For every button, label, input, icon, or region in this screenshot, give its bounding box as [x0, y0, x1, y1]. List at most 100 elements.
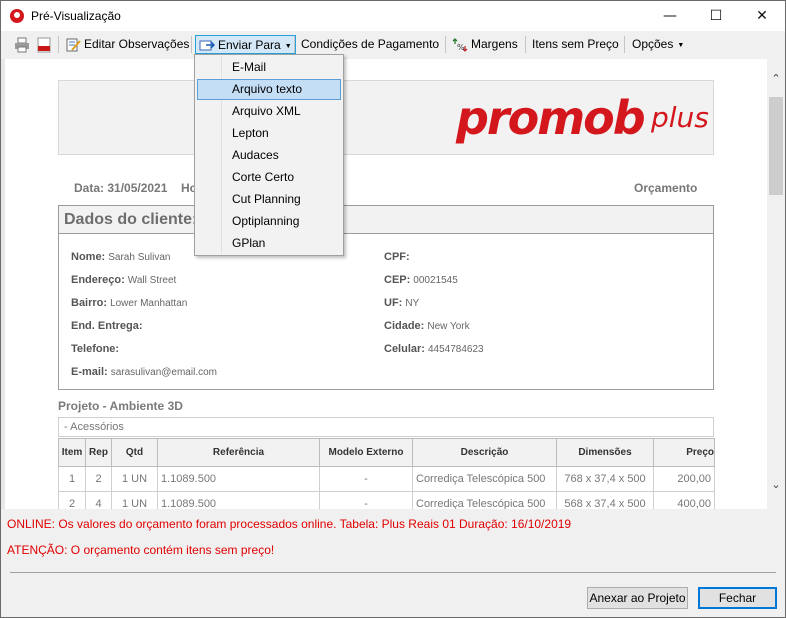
client-district-field: Bairro: Lower Manhattan	[71, 297, 187, 309]
maximize-button[interactable]: ☐	[693, 1, 739, 31]
client-data-title: Dados do cliente:	[64, 211, 198, 228]
client-delivery-label: End. Entrega:	[71, 320, 143, 332]
table-cell: 768 x 37,4 x 500	[556, 466, 654, 492]
table-cell: 1.1089.500	[157, 491, 320, 509]
table-cell: Corrediça Telescópica 500	[412, 466, 557, 492]
table-cell: 1.1089.500	[157, 466, 320, 492]
client-phone-field: Telefone:	[71, 343, 119, 355]
client-email-field: E-mail: sarasulivan@email.com	[71, 366, 217, 378]
margins-label: Margens	[471, 37, 518, 51]
table-header-row: Item Rep Qtd Referência Modelo Externo D…	[58, 438, 715, 467]
toolbar-separator	[58, 36, 59, 53]
client-mobile-field: Celular: 4454784623	[384, 343, 484, 355]
menu-item-gplan[interactable]: GPlan	[197, 233, 341, 254]
send-to-button[interactable]: Enviar Para ▼	[195, 35, 296, 54]
column-header: Preço	[653, 438, 715, 467]
close-window-button[interactable]: ✕	[739, 1, 785, 31]
table-cell: 2	[85, 466, 112, 492]
menu-item-lepton[interactable]: Lepton	[197, 123, 341, 144]
payment-conditions-button[interactable]: Condições de Pagamento	[298, 35, 442, 54]
send-to-label: Enviar Para	[218, 38, 281, 52]
client-data-header: Dados do cliente:	[59, 206, 713, 234]
client-district-label: Bairro:	[71, 297, 108, 309]
report-type: Orçamento	[634, 181, 698, 195]
table-cell: Corrediça Telescópica 500	[412, 491, 557, 509]
client-cep-field: CEP: 00021545	[384, 274, 458, 286]
printer-icon	[15, 37, 29, 53]
column-header: Descrição	[412, 438, 557, 467]
options-label: Opções	[632, 37, 674, 51]
client-delivery-field: End. Entrega:	[71, 320, 143, 332]
edit-notes-button[interactable]: Editar Observações	[62, 35, 192, 54]
pdf-icon	[37, 37, 51, 53]
client-city-value: New York	[427, 321, 470, 332]
items-without-price-button[interactable]: Itens sem Preço	[529, 35, 622, 54]
column-header: Modelo Externo	[319, 438, 413, 467]
client-cep-value: 00021545	[413, 275, 458, 286]
edit-notes-label: Editar Observações	[84, 37, 190, 51]
vertical-scrollbar[interactable]: ⌃ ⌄	[767, 59, 785, 509]
scroll-up-icon[interactable]: ⌃	[767, 72, 785, 89]
toolbar-separator	[445, 36, 446, 53]
warning-message: ATENÇÃO: O orçamento contém itens sem pr…	[7, 543, 275, 557]
minimize-button[interactable]: —	[647, 1, 693, 31]
online-message: ONLINE: Os valores do orçamento foram pr…	[7, 517, 572, 531]
column-header: Item	[58, 438, 86, 467]
client-cpf-label: CPF:	[384, 251, 410, 263]
column-header: Rep	[85, 438, 112, 467]
preview-window: Pré-Visualização — ☐ ✕ Editar Observaçõe…	[0, 0, 786, 618]
toolbar-separator	[624, 36, 625, 53]
column-header: Referência	[157, 438, 320, 467]
send-to-dropdown-menu: E-Mail Arquivo texto Arquivo XML Lepton …	[194, 54, 344, 256]
payment-conditions-label: Condições de Pagamento	[301, 37, 440, 51]
toolbar-separator	[294, 36, 295, 53]
column-header: Dimensões	[556, 438, 654, 467]
title-bar: Pré-Visualização — ☐ ✕	[1, 1, 785, 31]
close-button[interactable]: Fechar	[698, 587, 777, 609]
options-button[interactable]: Opções ▼	[629, 35, 687, 54]
client-name-label: Nome:	[71, 251, 106, 263]
table-cell: 568 x 37,4 x 500	[556, 491, 654, 509]
table-row: 2 4 1 UN 1.1089.500 - Corrediça Telescóp…	[58, 491, 715, 509]
client-uf-field: UF: NY	[384, 297, 419, 309]
chevron-down-icon: ▼	[677, 42, 685, 49]
client-name-field: Nome: Sarah Sulivan	[71, 251, 171, 263]
menu-item-audaces[interactable]: Audaces	[197, 145, 341, 166]
column-header: Qtd	[111, 438, 158, 467]
margins-button[interactable]: % Margens	[449, 35, 521, 54]
scrollbar-thumb[interactable]	[769, 97, 783, 195]
table-cell: 1 UN	[111, 466, 158, 492]
attach-to-project-button[interactable]: Anexar ao Projeto	[587, 587, 688, 609]
menu-item-optiplanning[interactable]: Optiplanning	[197, 211, 341, 232]
toolbar-separator	[191, 36, 192, 53]
group-label: - Acessórios	[64, 421, 124, 433]
menu-item-corte-certo[interactable]: Corte Certo	[197, 167, 341, 188]
export-pdf-button[interactable]	[34, 35, 57, 54]
client-district-value: Lower Manhattan	[110, 298, 188, 309]
client-city-label: Cidade:	[384, 320, 425, 332]
client-phone-label: Telefone:	[71, 343, 120, 355]
table-cell: 4	[85, 491, 112, 509]
send-icon	[199, 40, 215, 51]
client-name-value: Sarah Sulivan	[108, 252, 171, 263]
client-address-value: Wall Street	[127, 275, 177, 286]
menu-item-text-file[interactable]: Arquivo texto	[197, 79, 341, 100]
items-table: Item Rep Qtd Referência Modelo Externo D…	[58, 438, 715, 509]
table-row: 1 2 1 UN 1.1089.500 - Corrediça Telescóp…	[58, 466, 715, 492]
client-uf-value: NY	[405, 298, 420, 309]
print-button[interactable]	[11, 35, 36, 54]
report-date: Data: 31/05/2021	[74, 181, 168, 195]
menu-item-cut-planning[interactable]: Cut Planning	[197, 189, 341, 210]
menu-item-email[interactable]: E-Mail	[197, 57, 341, 78]
footer-divider	[10, 572, 776, 573]
toolbar-separator	[525, 36, 526, 53]
table-cell: -	[319, 466, 413, 492]
table-cell: 200,00	[653, 466, 715, 492]
toolbar: Editar Observações Enviar Para ▼ Condiçõe…	[1, 31, 785, 58]
client-data-box: Dados do cliente: Nome: Sarah Sulivan End…	[58, 205, 714, 390]
scroll-down-icon[interactable]: ⌄	[767, 478, 785, 495]
client-email-label: E-mail:	[71, 366, 108, 378]
menu-item-xml-file[interactable]: Arquivo XML	[197, 101, 341, 122]
report-viewport[interactable]: promob plus Data: 31/05/2021 Ho Orçament…	[1, 59, 767, 509]
promob-logo-plus: plus	[651, 101, 709, 134]
